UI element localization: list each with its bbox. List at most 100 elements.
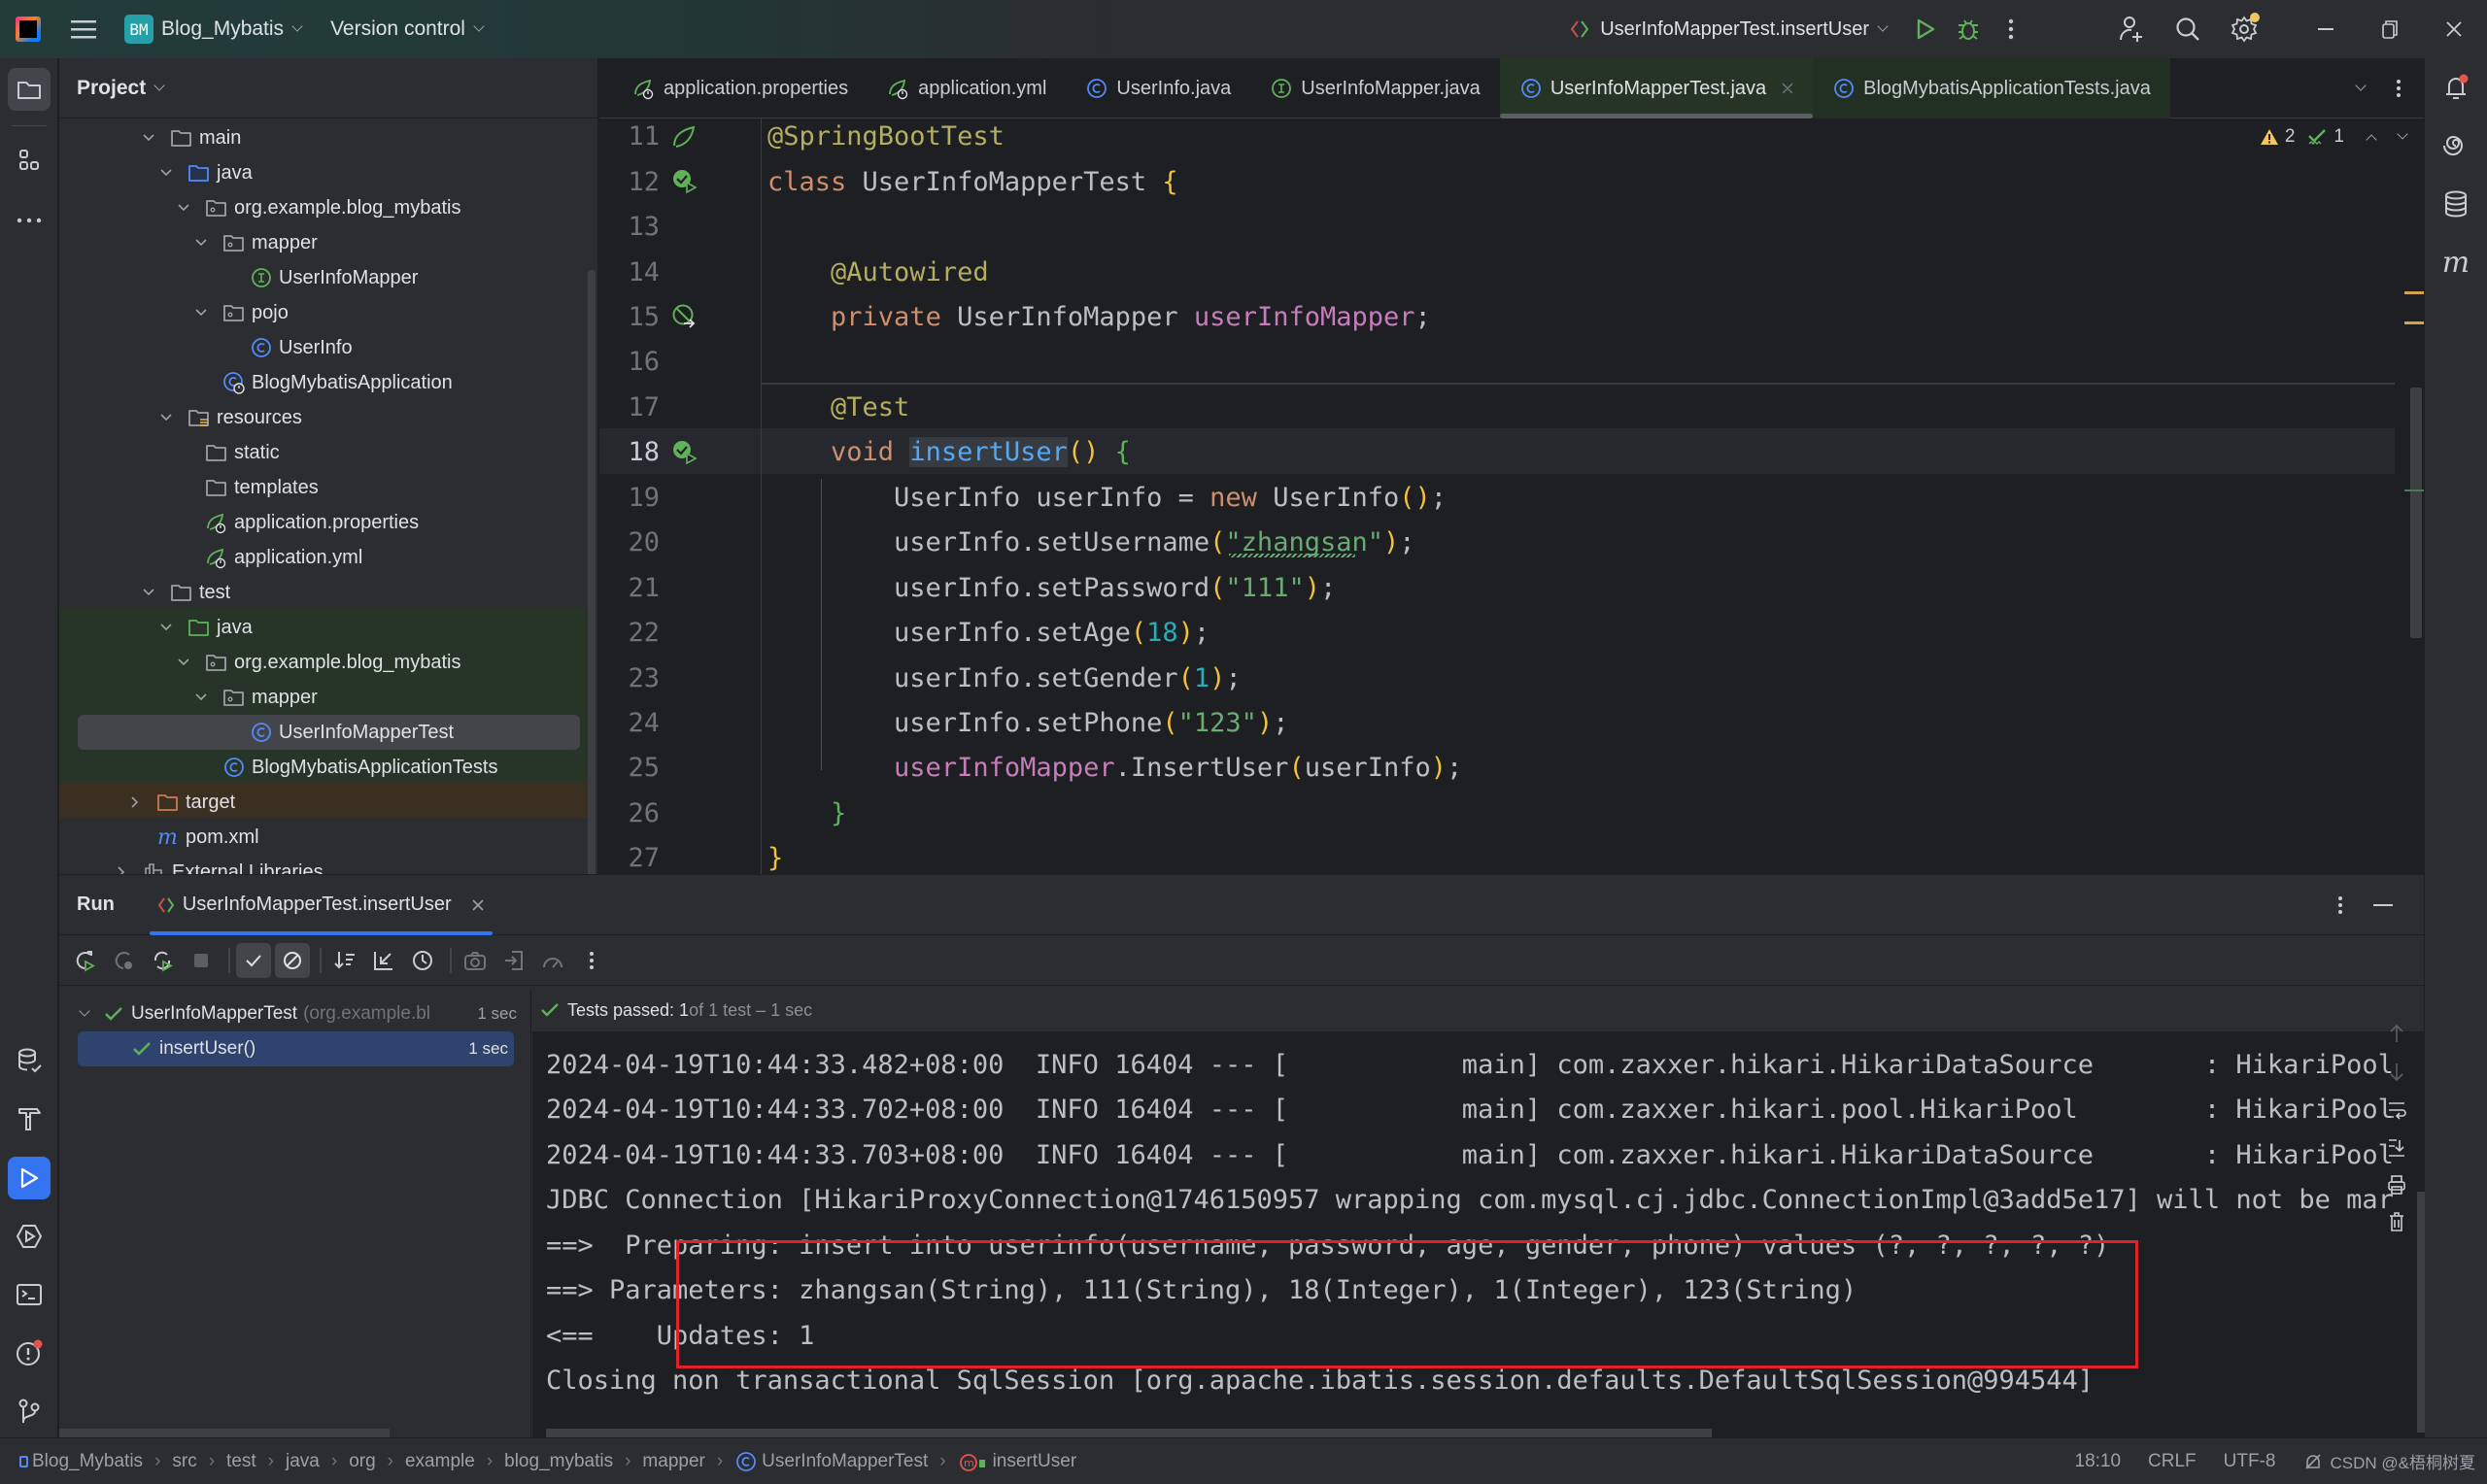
- main-menu-icon[interactable]: [62, 8, 105, 51]
- code-line[interactable]: }: [767, 836, 783, 874]
- scroll-down-button[interactable]: [2379, 1055, 2414, 1090]
- test-case-row[interactable]: insertUser() 1 sec: [78, 1031, 514, 1066]
- inspections-widget[interactable]: 2 1: [2260, 126, 2408, 148]
- import-tests-button[interactable]: [496, 943, 531, 978]
- structure-tool-button[interactable]: [10, 141, 49, 180]
- code-line[interactable]: @Test: [767, 385, 909, 430]
- chevron-down-icon[interactable]: [193, 305, 209, 320]
- database-changes-button[interactable]: [10, 1041, 49, 1080]
- tree-item[interactable]: m pom.xml: [59, 820, 588, 855]
- terminal-tool-button[interactable]: [10, 1275, 49, 1314]
- editor-scrollbar[interactable]: [2410, 388, 2422, 638]
- more-actions-icon[interactable]: [1990, 8, 2032, 51]
- breadcrumb-item[interactable]: blog_mybatis: [504, 1451, 613, 1472]
- tab-list-dropdown[interactable]: [2334, 67, 2377, 110]
- run-config-selector[interactable]: UserInfoMapperTest.insertUser: [1569, 18, 1889, 41]
- maven-tool-button[interactable]: m: [2436, 243, 2475, 282]
- database-tool-button[interactable]: [2436, 185, 2475, 223]
- code-line[interactable]: userInfo.setGender(1);: [767, 656, 1242, 701]
- chevron-down-icon[interactable]: [193, 690, 209, 705]
- code-line[interactable]: UserInfo userInfo = new UserInfo();: [767, 475, 1447, 521]
- editor-tab[interactable]: BlogMybatisApplicationTests.java: [1813, 58, 2170, 118]
- tab-more-icon[interactable]: [2377, 67, 2420, 110]
- chevron-down-icon[interactable]: [141, 130, 156, 146]
- services-tool-button[interactable]: [10, 1217, 49, 1256]
- clear-console-button[interactable]: [2379, 1204, 2414, 1239]
- print-button[interactable]: [2379, 1167, 2414, 1202]
- tree-item[interactable]: application.properties: [59, 505, 588, 540]
- tree-item[interactable]: UserInfoMapper: [59, 260, 588, 295]
- editor-tab[interactable]: application.properties: [613, 58, 868, 118]
- scroll-to-end-button[interactable]: [2379, 1130, 2414, 1165]
- project-tool-button[interactable]: [8, 68, 51, 111]
- rerun-button[interactable]: [67, 943, 102, 978]
- tree-item[interactable]: org.example.blog_mybatis: [59, 190, 588, 225]
- tree-item[interactable]: BlogMybatisApplication: [59, 365, 588, 400]
- chevron-down-icon[interactable]: [141, 585, 156, 600]
- chevron-down-icon[interactable]: [176, 200, 191, 216]
- console-output[interactable]: Tests passed: 1 of 1 test – 1 sec 2024-0…: [532, 989, 2425, 1438]
- intellij-logo-icon[interactable]: [16, 17, 41, 42]
- run-test-passed-icon[interactable]: [671, 168, 698, 195]
- code-line[interactable]: userInfo.setPassword("111");: [767, 565, 1336, 611]
- tree-item[interactable]: target: [59, 785, 588, 820]
- next-problem-icon[interactable]: [2397, 128, 2408, 140]
- problems-tool-button[interactable]: [10, 1333, 49, 1372]
- code-line[interactable]: userInfoMapper .InsertUser(userInfo);: [767, 746, 1462, 792]
- tree-item[interactable]: mapper: [59, 680, 588, 715]
- add-user-icon[interactable]: [2110, 8, 2153, 51]
- tree-item[interactable]: test: [59, 575, 588, 610]
- close-window-button[interactable]: [2433, 8, 2475, 51]
- readonly-toggle-icon[interactable]: [2303, 1452, 2323, 1471]
- breadcrumb-item[interactable]: org: [349, 1451, 375, 1472]
- show-passed-toggle[interactable]: [236, 942, 271, 978]
- collapse-button[interactable]: [366, 943, 401, 978]
- hide-panel-button[interactable]: [2362, 884, 2404, 927]
- stop-button[interactable]: [184, 943, 219, 978]
- code-line[interactable]: userInfo.setPhone("123");: [767, 700, 1288, 746]
- code-line[interactable]: void insertUser() {: [767, 430, 1131, 476]
- ai-assistant-button[interactable]: [2436, 126, 2475, 165]
- more-tools-button[interactable]: [10, 201, 49, 240]
- code-line[interactable]: private UserInfoMapper userInfoMapper;: [767, 294, 1431, 340]
- sort-button[interactable]: [327, 943, 362, 978]
- tree-item[interactable]: org.example.blog_mybatis: [59, 645, 588, 680]
- screenshot-button[interactable]: [458, 943, 493, 978]
- settings-gear-icon[interactable]: [2223, 8, 2266, 51]
- editor-tab[interactable]: application.yml: [868, 58, 1066, 118]
- build-tool-button[interactable]: [10, 1099, 49, 1138]
- code-line[interactable]: userInfo.setUsername("zhangsan");: [767, 520, 1414, 565]
- debug-button[interactable]: [1947, 8, 1990, 51]
- editor-tab[interactable]: UserInfo.java: [1066, 58, 1250, 118]
- editor-tab[interactable]: UserInfoMapperTest.java: [1499, 58, 1814, 118]
- tree-item[interactable]: mapper: [59, 225, 588, 260]
- tree-item[interactable]: UserInfo: [59, 330, 588, 365]
- code-line[interactable]: userInfo.setAge(18);: [767, 610, 1209, 656]
- version-control-menu[interactable]: Version control: [330, 17, 485, 41]
- chevron-down-icon[interactable]: [193, 235, 209, 251]
- run-panel-options-icon[interactable]: [2319, 884, 2362, 927]
- encoding-selector[interactable]: UTF-8: [2224, 1451, 2276, 1472]
- show-ignored-toggle[interactable]: [275, 942, 310, 978]
- breadcrumb-item[interactable]: java: [286, 1451, 320, 1472]
- run-tab[interactable]: UserInfoMapperTest.insertUser: [149, 875, 493, 935]
- code-line[interactable]: @Autowired: [767, 250, 989, 295]
- scroll-up-button[interactable]: [2379, 1016, 2414, 1051]
- tree-item[interactable]: application.yml: [59, 540, 588, 575]
- code-line[interactable]: class UserInfoMapperTest {: [767, 159, 1178, 205]
- tree-item[interactable]: static: [59, 435, 588, 470]
- search-icon[interactable]: [2166, 8, 2209, 51]
- cursor-position[interactable]: 18:10: [2075, 1451, 2122, 1472]
- chevron-down-icon[interactable]: [158, 410, 174, 425]
- toolbar-more-icon[interactable]: [574, 943, 609, 978]
- breadcrumb-item[interactable]: src: [172, 1451, 196, 1472]
- tree-item[interactable]: templates: [59, 470, 588, 505]
- coverage-button[interactable]: [535, 943, 570, 978]
- project-selector[interactable]: BM Blog_Mybatis: [124, 15, 303, 44]
- breadcrumb-item[interactable]: Blog_Mybatis: [32, 1451, 143, 1472]
- breadcrumb-item[interactable]: mapper: [642, 1451, 704, 1472]
- rerun-failed-button[interactable]: [106, 943, 141, 978]
- spring-leaf-icon[interactable]: [671, 124, 697, 150]
- chevron-right-icon[interactable]: [127, 794, 143, 810]
- breadcrumb-item[interactable]: insertUser: [993, 1451, 1077, 1472]
